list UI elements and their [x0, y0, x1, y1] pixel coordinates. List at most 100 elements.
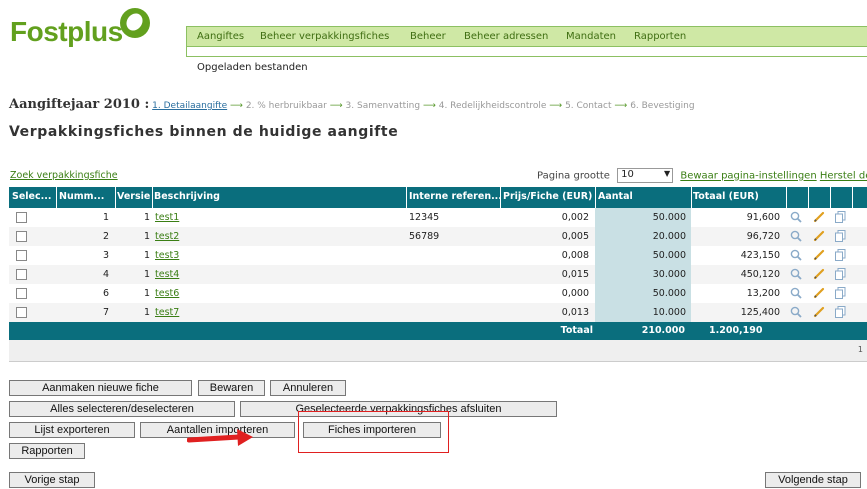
edit-pencil-icon[interactable] [813, 230, 825, 242]
cancel-button[interactable]: Annuleren [270, 380, 346, 396]
nav-item-beheer[interactable]: Beheer [410, 31, 446, 42]
row-select-checkbox[interactable] [16, 288, 27, 299]
copy-document-icon[interactable] [835, 287, 846, 299]
column-divider [830, 187, 831, 208]
row-number: 2 [102, 231, 109, 242]
row-quantity: 50.000 [652, 212, 686, 223]
row-description-link[interactable]: test4 [155, 269, 179, 280]
copy-document-icon[interactable] [835, 306, 846, 318]
save-button[interactable]: Bewaren [198, 380, 265, 396]
column-divider [500, 187, 501, 208]
row-version: 1 [143, 288, 150, 299]
nav-item-aangiftes[interactable]: Aangiftes [197, 31, 244, 42]
col-header-price[interactable]: Prijs/Fiche (EUR) [503, 191, 595, 202]
page-size-bar: Pagina grootte 10 Bewaar pagina-instelli… [537, 168, 867, 183]
new-fiche-button[interactable]: Aanmaken nieuwe fiche [9, 380, 192, 396]
row-select-checkbox[interactable] [16, 212, 27, 223]
row-version: 1 [143, 212, 150, 223]
row-total: 13,200 [746, 288, 780, 299]
table-body: 1 1 test1 12345 0,002 50.000 91,600 2 1 test2 5678… [9, 208, 867, 322]
copy-document-icon[interactable] [835, 249, 846, 261]
arrow-icon: ⟶ [549, 101, 563, 111]
nav-item-mandaten[interactable]: Mandaten [566, 31, 616, 42]
edit-pencil-icon[interactable] [813, 249, 825, 261]
column-divider [852, 187, 853, 208]
row-quantity: 30.000 [652, 269, 686, 280]
page-number-link[interactable]: 1 [858, 345, 863, 354]
edit-pencil-icon[interactable] [813, 306, 825, 318]
fostplus-logo-swirl-icon [120, 8, 150, 38]
row-total: 125,400 [740, 307, 780, 318]
edit-pencil-icon[interactable] [813, 268, 825, 280]
col-header-internal-ref[interactable]: Interne referen... [409, 191, 501, 202]
nav-item-rapporten[interactable]: Rapporten [634, 31, 686, 42]
select-all-button[interactable]: Alles selecteren/deselecteren [9, 401, 235, 417]
page-size-label: Pagina grootte [537, 170, 610, 182]
step-6: 6. Bevestiging [630, 101, 695, 111]
column-divider [152, 187, 153, 208]
col-header-total[interactable]: Totaal (EUR) [693, 191, 783, 202]
row-internal-ref: 12345 [409, 212, 440, 223]
export-list-button[interactable]: Lijst exporteren [9, 422, 135, 438]
row-total: 96,720 [746, 231, 780, 242]
view-magnifier-icon[interactable] [790, 268, 802, 280]
col-header-version[interactable]: Versie [117, 191, 151, 202]
row-description-link[interactable]: test7 [155, 307, 179, 318]
view-magnifier-icon[interactable] [790, 230, 802, 242]
row-description-link[interactable]: test2 [155, 231, 179, 242]
reports-button[interactable]: Rapporten [9, 443, 85, 459]
step-2: 2. % herbruikbaar [245, 101, 327, 111]
view-magnifier-icon[interactable] [790, 306, 802, 318]
col-header-description[interactable]: Beschrijving [154, 191, 404, 202]
view-magnifier-icon[interactable] [790, 211, 802, 223]
fostplus-logo[interactable]: Fostplus [10, 16, 123, 48]
highlight-box [298, 411, 449, 453]
row-select-checkbox[interactable] [16, 231, 27, 242]
row-description-link[interactable]: test6 [155, 288, 179, 299]
totals-label: Totaal [560, 325, 593, 336]
page-title: Verpakkingsfiches binnen de huidige aang… [9, 124, 399, 140]
row-total: 91,600 [746, 212, 780, 223]
page-size-select[interactable]: 10 [617, 168, 674, 183]
arrow-icon: ⟶ [422, 101, 436, 111]
edit-pencil-icon[interactable] [813, 211, 825, 223]
reset-defaults-link[interactable]: Herstel defau [820, 171, 867, 182]
row-internal-ref: 56789 [409, 231, 440, 242]
totals-quantity: 210.000 [641, 325, 685, 336]
row-number: 6 [102, 288, 109, 299]
nav-item-beheer-verpakkingsfiches[interactable]: Beheer verpakkingsfiches [260, 31, 389, 42]
subnav-item-opgeladen-bestanden[interactable]: Opgeladen bestanden [197, 62, 308, 73]
row-version: 1 [143, 231, 150, 242]
row-total: 450,120 [740, 269, 780, 280]
copy-document-icon[interactable] [835, 211, 846, 223]
copy-document-icon[interactable] [835, 230, 846, 242]
search-fiche-link[interactable]: Zoek verpakkingsfiche [10, 170, 118, 181]
row-price: 0,013 [561, 307, 589, 318]
declaration-year-label: Aangiftejaar 2010 : [9, 97, 150, 112]
row-total: 423,150 [740, 250, 780, 261]
view-magnifier-icon[interactable] [790, 249, 802, 261]
previous-step-button[interactable]: Vorige stap [9, 472, 95, 488]
table-row: 3 1 test3 0,008 50.000 423,150 [9, 246, 867, 265]
row-select-checkbox[interactable] [16, 250, 27, 261]
col-header-number[interactable]: Numm... [59, 191, 113, 202]
save-page-settings-link[interactable]: Bewaar pagina-instellingen [680, 171, 816, 182]
step-1-link[interactable]: 1. Detailaangifte [152, 101, 227, 111]
row-select-checkbox[interactable] [16, 269, 27, 280]
table-row: 4 1 test4 0,015 30.000 450,120 [9, 265, 867, 284]
row-description-link[interactable]: test3 [155, 250, 179, 261]
view-magnifier-icon[interactable] [790, 287, 802, 299]
edit-pencil-icon[interactable] [813, 287, 825, 299]
row-price: 0,005 [561, 231, 589, 242]
row-number: 7 [102, 307, 109, 318]
row-description-link[interactable]: test1 [155, 212, 179, 223]
col-header-quantity[interactable]: Aantal [598, 191, 668, 202]
arrow-icon: ⟶ [230, 101, 243, 111]
row-select-checkbox[interactable] [16, 307, 27, 318]
nav-item-beheer-adressen[interactable]: Beheer adressen [464, 31, 548, 42]
column-divider [691, 187, 692, 208]
col-header-select[interactable]: Selec... [12, 191, 56, 202]
copy-document-icon[interactable] [835, 268, 846, 280]
next-step-button[interactable]: Volgende stap [765, 472, 861, 488]
table-row: 2 1 test2 56789 0,005 20.000 96,720 [9, 227, 867, 246]
